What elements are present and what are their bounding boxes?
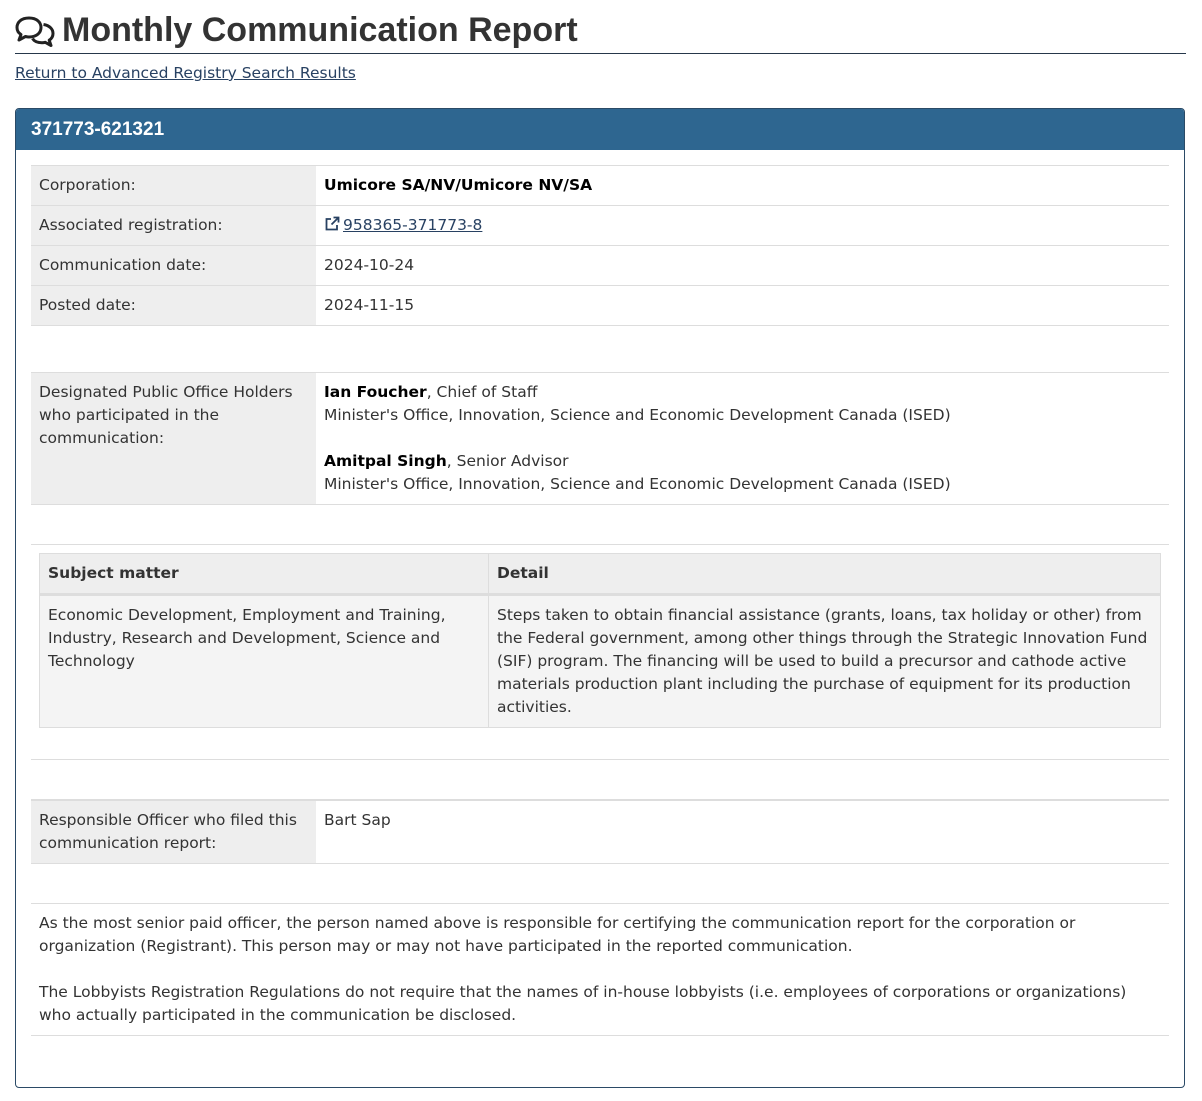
associated-registration-value: 958365-371773-8 <box>316 205 1169 246</box>
corporation-row: Corporation: Umicore SA/NV/Umicore NV/SA <box>31 165 1169 206</box>
dpoh-table: Designated Public Office Holders who par… <box>31 372 1169 505</box>
page-title: Monthly Communication Report <box>15 0 1186 54</box>
associated-registration-link[interactable]: 958365-371773-8 <box>324 216 482 234</box>
dpoh-holder-office: Minister's Office, Innovation, Science a… <box>324 475 951 493</box>
report-panel-body: Corporation: Umicore SA/NV/Umicore NV/SA… <box>16 150 1184 1036</box>
subject-matter-section: Subject matter Detail Economic Developme… <box>31 544 1169 760</box>
detail-header: Detail <box>488 553 1161 596</box>
section-divider <box>31 760 1169 800</box>
report-panel: 371773-621321 Corporation: Umicore SA/NV… <box>15 108 1185 1088</box>
page-title-text: Monthly Communication Report <box>62 11 578 49</box>
corporation-label: Corporation: <box>31 165 316 206</box>
external-link-icon <box>324 216 340 232</box>
page: Monthly Communication Report Return to A… <box>0 0 1202 82</box>
dpoh-holder: Ian Foucher, Chief of Staff Minister's O… <box>324 381 1161 427</box>
detail-cell: Steps taken to obtain financial assistan… <box>488 594 1161 728</box>
certification-note: As the most senior paid officer, the per… <box>31 903 1169 1036</box>
associated-registration-label: Associated registration: <box>31 205 316 246</box>
dpoh-list: Ian Foucher, Chief of Staff Minister's O… <box>316 372 1169 505</box>
subject-matter-cell: Economic Development, Employment and Tra… <box>39 594 489 728</box>
posted-date-value: 2024-11-15 <box>316 285 1169 326</box>
report-id-heading: 371773-621321 <box>16 109 1184 150</box>
subject-matter-table: Subject matter Detail Economic Developme… <box>39 553 1161 728</box>
note-paragraph: As the most senior paid officer, the per… <box>39 914 1076 955</box>
associated-registration-row: Associated registration: 958365-371773-8 <box>31 205 1169 246</box>
subject-matter-header: Subject matter <box>39 553 489 596</box>
associated-registration-number: 958365-371773-8 <box>343 216 483 234</box>
communication-date-label: Communication date: <box>31 245 316 286</box>
subject-header-row: Subject matter Detail <box>39 553 1161 596</box>
table-row: Economic Development, Employment and Tra… <box>39 594 1161 728</box>
responsible-officer-label: Responsible Officer who filed this commu… <box>31 800 316 864</box>
note-paragraph: The Lobbyists Registration Regulations d… <box>39 983 1127 1024</box>
communication-date-row: Communication date: 2024-10-24 <box>31 245 1169 286</box>
return-to-search-link[interactable]: Return to Advanced Registry Search Resul… <box>15 64 356 82</box>
posted-date-row: Posted date: 2024-11-15 <box>31 285 1169 326</box>
report-details-table: Corporation: Umicore SA/NV/Umicore NV/SA… <box>31 165 1169 326</box>
corporation-name: Umicore SA/NV/Umicore NV/SA <box>324 176 593 194</box>
dpoh-holder-office: Minister's Office, Innovation, Science a… <box>324 406 951 424</box>
comments-icon <box>15 14 55 48</box>
responsible-officer-row: Responsible Officer who filed this commu… <box>31 800 1169 864</box>
dpoh-row: Designated Public Office Holders who par… <box>31 372 1169 505</box>
communication-date-value: 2024-10-24 <box>316 245 1169 286</box>
dpoh-holder-title: , Senior Advisor <box>446 452 569 470</box>
posted-date-label: Posted date: <box>31 285 316 326</box>
dpoh-holder: Amitpal Singh, Senior Advisor Minister's… <box>324 450 1161 496</box>
dpoh-holder-line: Ian Foucher, Chief of Staff <box>324 381 1161 404</box>
dpoh-holder-title: , Chief of Staff <box>426 383 538 401</box>
dpoh-label: Designated Public Office Holders who par… <box>31 372 316 505</box>
corporation-value: Umicore SA/NV/Umicore NV/SA <box>316 165 1169 206</box>
dpoh-holder-name: Ian Foucher <box>324 383 427 401</box>
dpoh-holder-line: Amitpal Singh, Senior Advisor <box>324 450 1161 473</box>
responsible-officer-table: Responsible Officer who filed this commu… <box>31 800 1169 864</box>
dpoh-holder-name: Amitpal Singh <box>324 452 447 470</box>
responsible-officer-name: Bart Sap <box>316 800 1169 864</box>
